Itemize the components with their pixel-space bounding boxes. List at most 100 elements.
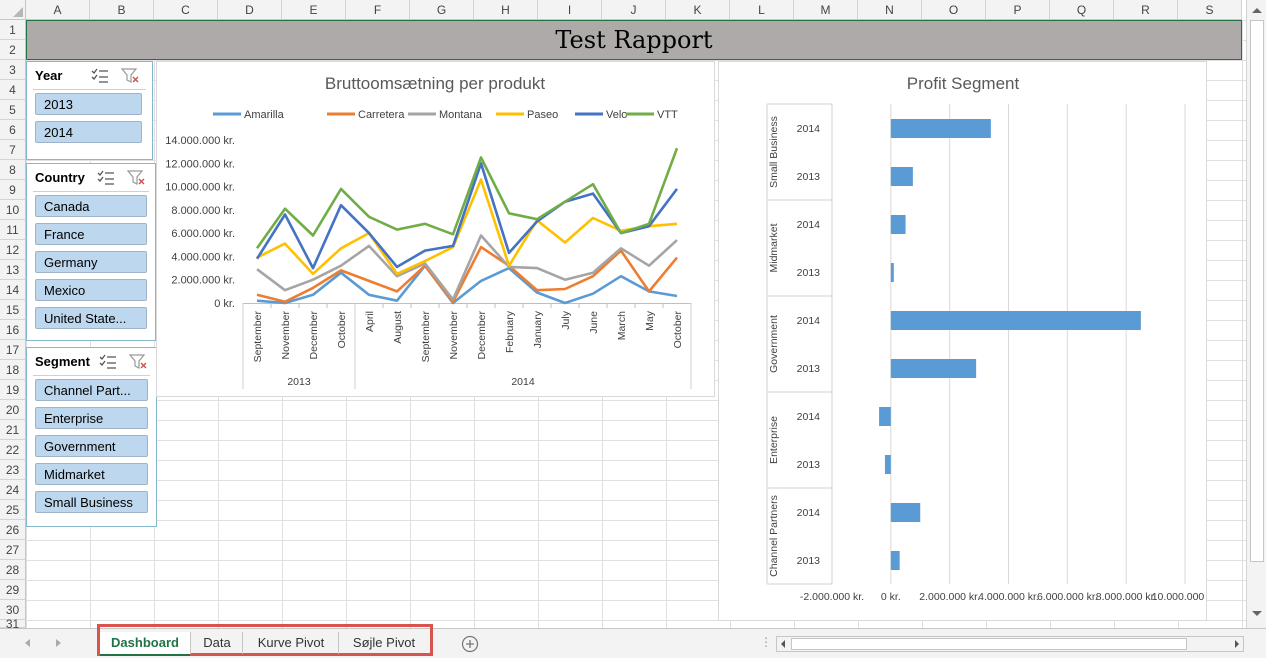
sheet-tab[interactable]: Data [190,632,243,654]
row-header-4[interactable]: 4 [0,80,26,100]
hscroll-left-icon[interactable] [777,637,789,651]
svg-text:Carretera: Carretera [358,109,405,121]
clear-filter-icon[interactable] [126,170,145,186]
x-tick-label: 0 kr. [881,591,901,603]
row-header-18[interactable]: 18 [0,360,26,380]
line-chart-container[interactable]: Bruttoomsætning per produkt Amarilla Carre… [156,61,715,397]
column-header-m[interactable]: M [794,0,858,20]
vertical-scrollbar[interactable] [1246,0,1266,628]
column-header-i[interactable]: I [538,0,602,20]
tab-scroll-left-icon[interactable] [22,637,34,649]
sheet-tab[interactable]: Dashboard [100,632,190,656]
year-slicer-item[interactable]: 2014 [35,121,142,143]
row-header-29[interactable]: 29 [0,580,26,600]
row-header-2[interactable]: 2 [0,40,26,60]
row-header-12[interactable]: 12 [0,240,26,260]
row-header-24[interactable]: 24 [0,480,26,500]
clear-filter-icon[interactable] [128,354,147,370]
row-header-20[interactable]: 20 [0,400,26,420]
profit-bar [890,311,1141,330]
horizontal-scrollbar[interactable] [776,636,1244,652]
row-header-19[interactable]: 19 [0,380,26,400]
group-label: Channel Partners [768,495,780,577]
row-header-28[interactable]: 28 [0,560,26,580]
row-header-23[interactable]: 23 [0,460,26,480]
row-header-26[interactable]: 26 [0,520,26,540]
segment-slicer-item[interactable]: Small Business [35,491,148,513]
legend-entry: Carretera [327,109,405,121]
row-header-16[interactable]: 16 [0,320,26,340]
scroll-down-icon[interactable] [1247,604,1266,624]
country-slicer-item[interactable]: Canada [35,195,147,217]
x-group-label: 2014 [511,376,535,388]
scroll-up-icon[interactable] [1247,0,1266,20]
row-header-15[interactable]: 15 [0,300,26,320]
year-slicer-item[interactable]: 2013 [35,93,142,115]
profit-bar [890,503,921,522]
column-header-b[interactable]: B [90,0,154,20]
column-header-s[interactable]: S [1178,0,1242,20]
row-header-22[interactable]: 22 [0,440,26,460]
hscroll-right-icon[interactable] [1231,637,1243,651]
sheet-tab[interactable]: Kurve Pivot [242,632,339,654]
segment-slicer-item[interactable]: Government [35,435,148,457]
row-header-25[interactable]: 25 [0,500,26,520]
column-header-f[interactable]: F [346,0,410,20]
year-label: 2014 [797,411,821,423]
row-header-6[interactable]: 6 [0,120,26,140]
row-header-9[interactable]: 9 [0,180,26,200]
column-header-e[interactable]: E [282,0,346,20]
clear-filter-icon[interactable] [120,68,139,84]
tab-scroll-right-icon[interactable] [52,637,64,649]
select-all-corner[interactable] [0,0,26,20]
bar-chart-container[interactable]: Profit Segment -2.000.000 kr. 0 kr. 2.000.0… [718,61,1218,621]
profit-bar [884,455,891,474]
column-header-a[interactable]: A [26,0,90,20]
legend-entry: Amarilla [213,109,285,121]
column-header-n[interactable]: N [858,0,922,20]
segment-slicer-item[interactable]: Midmarket [35,463,148,485]
column-header-p[interactable]: P [986,0,1050,20]
multi-select-icon[interactable] [99,354,117,370]
sheet-tab[interactable]: Søjle Pivot [338,632,429,654]
row-header-17[interactable]: 17 [0,340,26,360]
legend-entry: Velo [575,109,627,121]
column-header-d[interactable]: D [218,0,282,20]
row-header-5[interactable]: 5 [0,100,26,120]
column-header-h[interactable]: H [474,0,538,20]
country-slicer-item[interactable]: Mexico [35,279,147,301]
country-slicer-item[interactable]: France [35,223,147,245]
x-tick-label: -2.000.000 kr. [800,591,864,603]
column-header-l[interactable]: L [730,0,794,20]
segment-slicer-item[interactable]: Enterprise [35,407,148,429]
vertical-scroll-thumb[interactable] [1250,20,1264,562]
multi-select-icon[interactable] [97,170,115,186]
column-header-k[interactable]: K [666,0,730,20]
column-header-o[interactable]: O [922,0,986,20]
row-header-10[interactable]: 10 [0,200,26,220]
column-header-r[interactable]: R [1114,0,1178,20]
row-header-1[interactable]: 1 [0,20,26,40]
country-slicer-item[interactable]: Germany [35,251,147,273]
row-header-31[interactable]: 31 [0,618,26,630]
row-header-13[interactable]: 13 [0,260,26,280]
column-header-j[interactable]: J [602,0,666,20]
row-header-11[interactable]: 11 [0,220,26,240]
splitter-handle-icon[interactable]: ⋮ [760,635,772,649]
x-tick-label: December [476,310,488,359]
country-slicer-item[interactable]: United State... [35,307,147,329]
horizontal-scroll-thumb[interactable] [791,638,1187,650]
segment-slicer-item[interactable]: Channel Part... [35,379,148,401]
row-header-14[interactable]: 14 [0,280,26,300]
column-header-c[interactable]: C [154,0,218,20]
row-header-8[interactable]: 8 [0,160,26,180]
row-header-27[interactable]: 27 [0,540,26,560]
row-header-21[interactable]: 21 [0,420,26,440]
y-tick-label: 2.000.000 kr. [171,275,235,287]
column-header-g[interactable]: G [410,0,474,20]
row-header-3[interactable]: 3 [0,60,26,80]
column-header-q[interactable]: Q [1050,0,1114,20]
plus-circle-icon[interactable] [461,635,479,653]
row-header-7[interactable]: 7 [0,140,26,160]
multi-select-icon[interactable] [91,68,109,84]
